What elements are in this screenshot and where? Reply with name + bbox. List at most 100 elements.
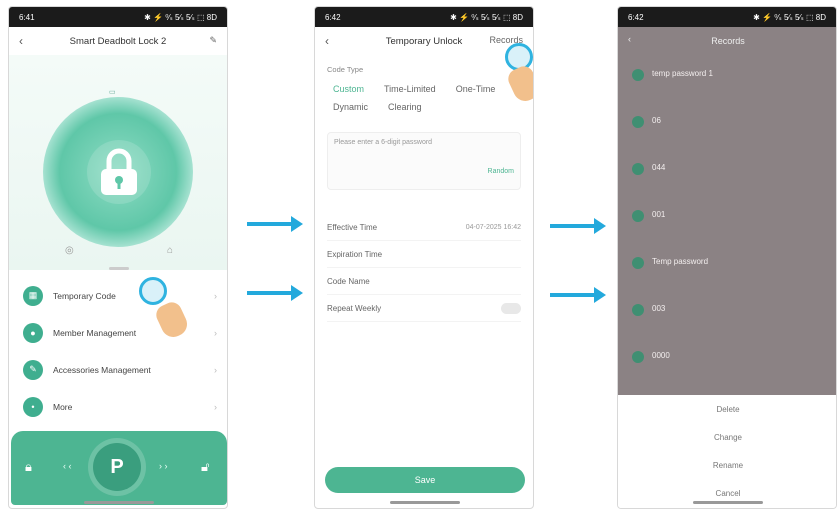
feature-menu: ▦ Temporary Code › ● Member Management ›… bbox=[9, 277, 227, 425]
code-type-options: Custom Time-Limited One-Time Dynamic Cle… bbox=[327, 80, 521, 116]
status-icons: ✱ ⚡ ⁰⁄ₛ 5⁄ₛ 5⁄ₛ ⬚ 8D bbox=[450, 12, 523, 22]
row-label: Effective Time bbox=[327, 222, 378, 232]
row-value: 04-07-2025 16:42 bbox=[465, 223, 521, 231]
repeat-weekly-row: Repeat Weekly bbox=[327, 295, 521, 322]
code-type-clearing[interactable]: Clearing bbox=[388, 102, 422, 112]
tap-indicator-icon bbox=[139, 277, 167, 305]
records-list: ‹ Records temp password 1 06 044 001 Tem… bbox=[618, 27, 836, 395]
record-status-icon bbox=[632, 304, 644, 316]
record-item[interactable]: 001 bbox=[618, 196, 836, 243]
record-status-icon bbox=[632, 116, 644, 128]
code-type-one-time[interactable]: One-Time bbox=[456, 84, 496, 94]
menu-item-member-management[interactable]: ● Member Management › bbox=[9, 314, 227, 351]
home-indicator bbox=[84, 501, 154, 504]
record-status-icon bbox=[632, 163, 644, 175]
settings-icon[interactable]: ◎ bbox=[65, 245, 74, 256]
record-item[interactable]: Temp password bbox=[618, 243, 836, 290]
padlock-icon[interactable] bbox=[97, 147, 141, 197]
nav-bar: ‹ Temporary Unlock Records bbox=[315, 27, 533, 55]
status-time: 6:42 bbox=[325, 12, 341, 22]
save-button[interactable]: Save bbox=[325, 467, 525, 493]
menu-item-accessories-management[interactable]: ✎ Accessories Management › bbox=[9, 351, 227, 388]
record-status-icon bbox=[632, 69, 644, 81]
dots-icon: • bbox=[23, 396, 43, 417]
record-item[interactable]: 06 bbox=[618, 102, 836, 149]
password-field[interactable]: Please enter a 6-digit password Random bbox=[327, 132, 521, 190]
record-status-icon bbox=[632, 210, 644, 222]
record-name: 06 bbox=[652, 116, 661, 125]
record-item[interactable]: temp password 1 bbox=[618, 55, 836, 102]
code-name-row[interactable]: Code Name bbox=[327, 268, 521, 295]
chevron-right-icon: › › bbox=[159, 461, 168, 471]
code-type-label: Code Type bbox=[327, 65, 364, 74]
row-label: Code Name bbox=[327, 276, 370, 286]
expiration-time-row[interactable]: Expiration Time bbox=[327, 241, 521, 268]
menu-item-more[interactable]: • More › bbox=[9, 388, 227, 425]
delete-button[interactable]: Delete bbox=[618, 395, 836, 423]
menu-item-label: Temporary Code bbox=[53, 290, 116, 301]
record-item[interactable]: 003 bbox=[618, 290, 836, 337]
back-icon[interactable]: ‹ bbox=[628, 34, 631, 44]
status-bar: 6:42 ✱ ⚡ ⁰⁄ₛ 5⁄ₛ 5⁄ₛ ⬚ 8D bbox=[315, 7, 533, 27]
record-name: temp password 1 bbox=[652, 69, 713, 78]
unlock-control-bar: 🔒︎ ‹ ‹ P › › 🔓︎ bbox=[11, 431, 227, 505]
record-status-icon bbox=[632, 257, 644, 269]
page-title: Smart Deadbolt Lock 2 bbox=[69, 35, 167, 47]
edit-icon[interactable]: ✎ bbox=[209, 35, 217, 46]
record-name: 0000 bbox=[652, 351, 670, 360]
record-name: 003 bbox=[652, 304, 666, 313]
code-type-dynamic[interactable]: Dynamic bbox=[333, 102, 368, 112]
rename-button[interactable]: Rename bbox=[618, 451, 836, 479]
drag-handle[interactable] bbox=[109, 267, 129, 270]
record-status-icon bbox=[632, 351, 644, 363]
arrow-right-icon bbox=[550, 287, 606, 303]
status-icons: ✱ ⚡ ⁰⁄ₛ 5⁄ₛ 5⁄ₛ ⬚ 8D bbox=[753, 12, 826, 22]
page-title: Records bbox=[711, 36, 745, 46]
grid-icon: ▦ bbox=[23, 285, 43, 306]
menu-item-label: Member Management bbox=[53, 327, 137, 338]
action-sheet: Delete Change Rename Cancel bbox=[618, 395, 836, 508]
chevron-right-icon: › bbox=[214, 401, 217, 412]
row-label: Repeat Weekly bbox=[327, 303, 382, 313]
record-name: Temp password bbox=[652, 257, 709, 266]
record-item[interactable]: 0000 bbox=[618, 337, 836, 384]
menu-item-label: Accessories Management bbox=[53, 364, 151, 375]
status-time: 6:42 bbox=[628, 12, 644, 22]
phone-screen-temporary-unlock: 6:42 ✱ ⚡ ⁰⁄ₛ 5⁄ₛ 5⁄ₛ ⬚ 8D ‹ Temporary Un… bbox=[314, 6, 534, 509]
battery-icon: ▭ bbox=[109, 89, 116, 96]
code-type-custom[interactable]: Custom bbox=[333, 84, 364, 94]
unlock-icon[interactable]: 🔓︎ bbox=[201, 459, 209, 475]
person-icon: ● bbox=[23, 322, 43, 343]
status-bar: 6:42 ✱ ⚡ ⁰⁄ₛ 5⁄ₛ 5⁄ₛ ⬚ 8D bbox=[618, 7, 836, 27]
random-password-button[interactable]: Random bbox=[488, 168, 514, 175]
menu-item-label: More bbox=[53, 401, 73, 412]
record-item[interactable]: 044 bbox=[618, 149, 836, 196]
page-title: Temporary Unlock bbox=[385, 35, 463, 47]
home-indicator bbox=[693, 501, 763, 504]
status-time: 6:41 bbox=[19, 12, 35, 22]
lock-icon[interactable]: 🔒︎ bbox=[25, 459, 32, 475]
arrow-right-icon bbox=[247, 285, 303, 301]
repeat-weekly-toggle[interactable] bbox=[501, 302, 521, 314]
wrench-icon: ✎ bbox=[23, 359, 43, 380]
slide-unlock-button[interactable]: P bbox=[93, 443, 141, 491]
record-name: 044 bbox=[652, 163, 666, 172]
lock-status-area: ▭ ◎ ⌂ bbox=[9, 55, 227, 270]
password-hint: Please enter a 6-digit password bbox=[334, 139, 433, 146]
chevron-left-icon: ‹ ‹ bbox=[63, 461, 72, 471]
phone-screen-lock-home: 6:41 ✱ ⚡ ⁰⁄ₛ 5⁄ₛ 5⁄ₛ ⬚ 8D ‹ Smart Deadbo… bbox=[8, 6, 228, 509]
chevron-right-icon: › bbox=[214, 364, 217, 375]
back-icon[interactable]: ‹ bbox=[325, 34, 329, 48]
row-label: Expiration Time bbox=[327, 249, 383, 259]
status-icons: ✱ ⚡ ⁰⁄ₛ 5⁄ₛ 5⁄ₛ ⬚ 8D bbox=[144, 12, 217, 22]
code-type-time-limited[interactable]: Time-Limited bbox=[384, 84, 436, 94]
back-icon[interactable]: ‹ bbox=[19, 34, 23, 48]
menu-item-temporary-code[interactable]: ▦ Temporary Code › bbox=[9, 277, 227, 314]
form-body: Code Type Custom Time-Limited One-Time D… bbox=[315, 65, 533, 322]
effective-time-row[interactable]: Effective Time 04-07-2025 16:42 bbox=[327, 214, 521, 241]
history-icon[interactable]: ⌂ bbox=[167, 245, 173, 256]
change-button[interactable]: Change bbox=[618, 423, 836, 451]
arrow-right-icon bbox=[247, 216, 303, 232]
status-bar: 6:41 ✱ ⚡ ⁰⁄ₛ 5⁄ₛ 5⁄ₛ ⬚ 8D bbox=[9, 7, 227, 27]
chevron-right-icon: › bbox=[214, 327, 217, 338]
